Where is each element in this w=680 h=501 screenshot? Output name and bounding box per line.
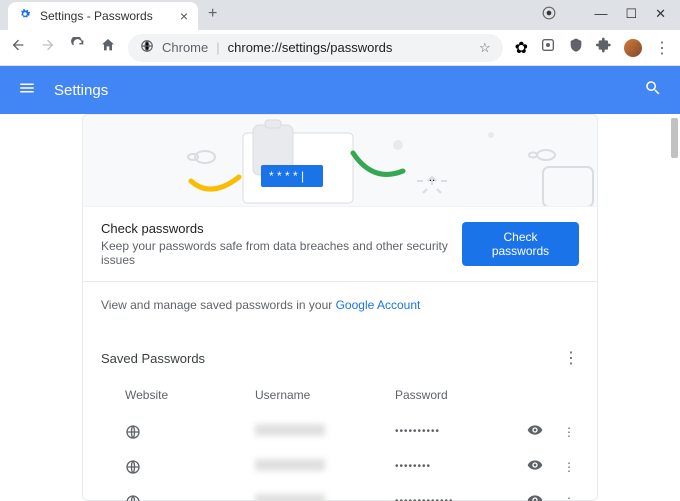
username-redacted xyxy=(255,424,325,436)
svg-text:* * * * |: * * * * | xyxy=(269,169,304,183)
check-passwords-subtext: Keep your passwords safe from data breac… xyxy=(101,239,462,267)
password-masked: ••••••••••••• xyxy=(395,496,515,501)
browser-toolbar: Chrome | chrome://settings/passwords ☆ ✿… xyxy=(0,30,680,66)
extension-icon[interactable] xyxy=(568,37,584,58)
browser-menu-button[interactable]: ⋮ xyxy=(654,38,670,58)
hero-illustration: * * * * | xyxy=(83,115,597,207)
check-passwords-heading: Check passwords xyxy=(101,221,462,236)
check-passwords-button[interactable]: Check passwords xyxy=(462,222,579,266)
saved-passwords-title: Saved Passwords xyxy=(101,351,205,366)
url-scheme: Chrome xyxy=(162,40,208,55)
column-username: Username xyxy=(255,388,395,402)
globe-icon xyxy=(125,424,141,440)
url-path: chrome://settings/passwords xyxy=(228,40,393,55)
manage-text: View and manage saved passwords in your xyxy=(101,298,336,312)
globe-icon xyxy=(125,494,141,501)
gear-icon xyxy=(18,7,32,26)
table-row: ••••••••••••• ⋮ xyxy=(101,484,579,501)
content-area: * * * * | Check passwords Keep your pass… xyxy=(0,114,680,501)
password-masked: •••••••••• xyxy=(395,426,515,437)
google-account-link[interactable]: Google Account xyxy=(336,298,421,312)
forward-button xyxy=(40,37,56,58)
manage-passwords-row: View and manage saved passwords in your … xyxy=(83,282,597,328)
column-password: Password xyxy=(395,388,515,402)
extension-icon[interactable] xyxy=(540,37,556,58)
close-window-button[interactable]: ✕ xyxy=(655,6,666,23)
table-header: Website Username Password xyxy=(101,382,579,414)
new-tab-button[interactable]: + xyxy=(208,5,217,25)
back-button[interactable] xyxy=(10,37,26,58)
appbar-title: Settings xyxy=(54,82,108,99)
titlebar: Settings - Passwords × + — ☐ ✕ xyxy=(0,0,680,30)
profile-indicator-icon[interactable] xyxy=(542,6,556,23)
row-menu-icon[interactable]: ⋮ xyxy=(563,495,575,501)
extensions-button[interactable] xyxy=(596,37,612,58)
column-website: Website xyxy=(125,388,255,402)
address-bar[interactable]: Chrome | chrome://settings/passwords ☆ xyxy=(128,34,503,62)
tab-close-icon[interactable]: × xyxy=(180,8,188,24)
check-passwords-row: Check passwords Keep your passwords safe… xyxy=(83,207,597,282)
username-redacted xyxy=(255,459,325,471)
browser-tab[interactable]: Settings - Passwords × xyxy=(8,2,198,30)
table-row: •••••••••• ⋮ xyxy=(101,414,579,449)
table-row: •••••••• ⋮ xyxy=(101,449,579,484)
scrollbar-thumb[interactable] xyxy=(671,118,678,158)
globe-icon xyxy=(125,459,141,475)
hamburger-menu-icon[interactable] xyxy=(18,79,36,102)
tab-title: Settings - Passwords xyxy=(40,9,172,23)
reload-button[interactable] xyxy=(70,37,86,58)
home-button[interactable] xyxy=(100,37,116,58)
saved-passwords-menu-icon[interactable]: ⋮ xyxy=(563,348,579,368)
minimize-button[interactable]: — xyxy=(594,6,607,23)
settings-appbar: Settings xyxy=(0,66,680,114)
show-password-icon[interactable] xyxy=(527,492,543,501)
bookmark-star-icon[interactable]: ☆ xyxy=(479,40,491,56)
show-password-icon[interactable] xyxy=(527,422,543,441)
site-info-icon[interactable] xyxy=(140,39,154,56)
show-password-icon[interactable] xyxy=(527,457,543,476)
passwords-card: * * * * | Check passwords Keep your pass… xyxy=(82,114,598,501)
row-menu-icon[interactable]: ⋮ xyxy=(563,460,575,474)
window-controls: — ☐ ✕ xyxy=(528,0,680,29)
maximize-button[interactable]: ☐ xyxy=(625,6,637,23)
avatar[interactable] xyxy=(624,39,642,57)
password-masked: •••••••• xyxy=(395,461,515,472)
search-icon[interactable] xyxy=(644,79,662,102)
extension-icon[interactable]: ✿ xyxy=(515,38,528,58)
username-redacted xyxy=(255,494,325,501)
saved-passwords-section: Saved Passwords ⋮ Website Username Passw… xyxy=(83,328,597,501)
row-menu-icon[interactable]: ⋮ xyxy=(563,425,575,439)
